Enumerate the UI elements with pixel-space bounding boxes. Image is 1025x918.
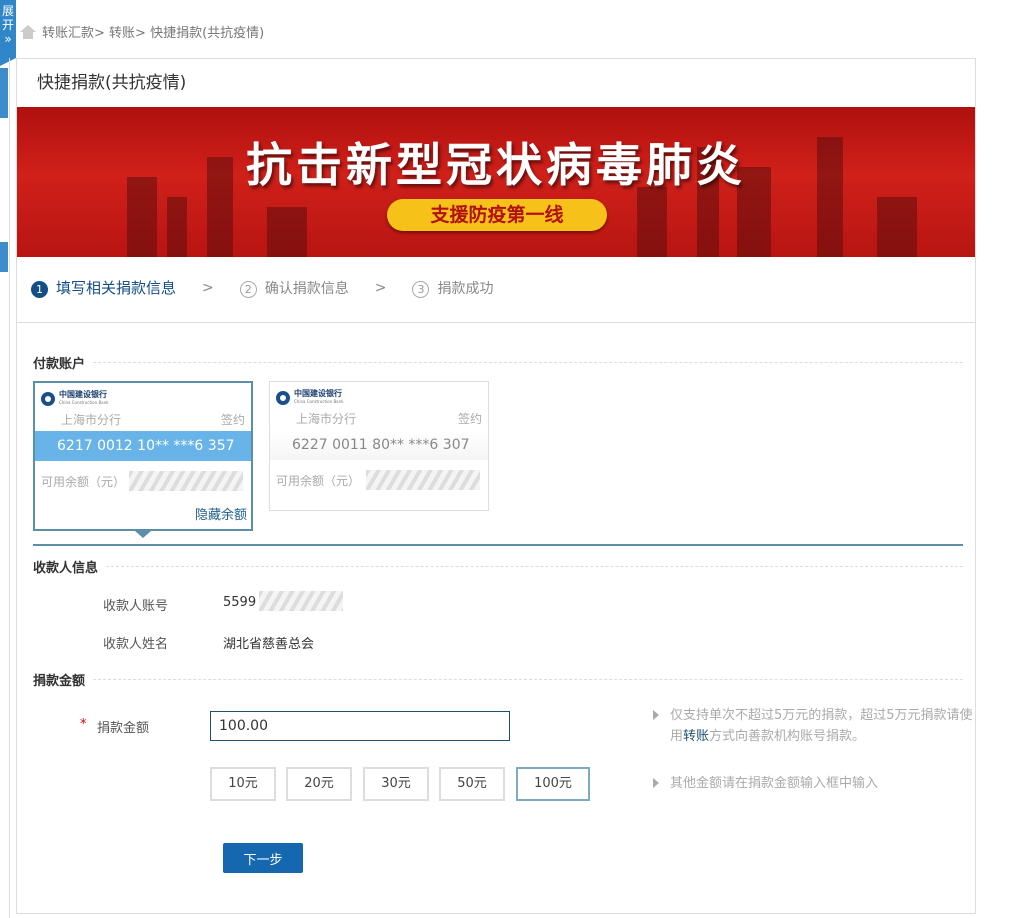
sidebar-strip xyxy=(0,58,10,918)
sidebar-block xyxy=(0,242,8,272)
balance-label: 可用余额（元） xyxy=(41,473,125,490)
payee-section-heading: 收款人信息 xyxy=(33,557,963,576)
donation-panel: 快捷捐款(共抗疫情) 抗击新型冠状病毒肺炎 支援防疫第一线 1 填写相关捐款信息 … xyxy=(16,58,976,914)
ccb-logo: 中国建设银行China Construction Bank xyxy=(41,391,108,407)
breadcrumb-transfer[interactable]: 转账> xyxy=(109,22,146,41)
balance-label: 可用余额（元） xyxy=(276,472,360,489)
step-3: 3 捐款成功 xyxy=(412,278,493,298)
home-icon[interactable] xyxy=(20,25,36,39)
chevron-right-icon: > xyxy=(375,280,387,296)
chevron-right-icon: > xyxy=(202,280,214,296)
other-amount-hint: 其他金额请在捐款金额输入框中输入 xyxy=(653,773,878,794)
selected-pointer xyxy=(135,531,151,538)
payee-name-value: 湖北省慈善总会 xyxy=(223,633,314,652)
payee-account-value: 5599 xyxy=(223,595,256,610)
breadcrumb: 转账汇款> 转账> 快捷捐款(共抗疫情) xyxy=(20,22,264,41)
donation-section-heading: 捐款金额 xyxy=(33,670,963,689)
section-label: 收款人信息 xyxy=(33,557,98,576)
amount-100-button[interactable]: 100元 xyxy=(516,767,590,801)
banner-subtitle: 支援防疫第一线 xyxy=(387,199,607,231)
sidebar-block xyxy=(0,68,8,118)
amount-label: 捐款金额 xyxy=(97,717,149,736)
amount-input[interactable] xyxy=(210,711,510,741)
account-masked xyxy=(259,591,343,611)
amount-20-button[interactable]: 20元 xyxy=(286,767,352,801)
section-label: 捐款金额 xyxy=(33,670,85,689)
step-2: 2 确认捐款信息 xyxy=(240,278,349,298)
card-status: 签约 xyxy=(221,411,245,428)
amount-10-button[interactable]: 10元 xyxy=(210,767,276,801)
payee-account-label: 收款人账号 xyxy=(103,595,168,614)
required-mark: * xyxy=(80,717,87,732)
balance-masked xyxy=(366,470,480,490)
transfer-link[interactable]: 转账 xyxy=(683,729,709,744)
payee-name-label: 收款人姓名 xyxy=(103,633,168,652)
step-1: 1 填写相关捐款信息 xyxy=(31,277,176,298)
account-card[interactable]: 中国建设银行China Construction Bank 上海市分行 签约 6… xyxy=(269,381,489,511)
section-label: 付款账户 xyxy=(33,353,85,372)
amount-30-button[interactable]: 30元 xyxy=(363,767,429,801)
expand-sidebar-button[interactable]: 展开» xyxy=(0,0,16,58)
breadcrumb-current: 快捷捐款(共抗疫情) xyxy=(150,22,264,41)
double-chevron-icon: » xyxy=(4,32,11,46)
limit-hint: 仅支持单次不超过5万元的捐款，超过5万元捐款请使用转账方式向善款机构账号捐款。 xyxy=(653,705,973,747)
progress-steps: 1 填写相关捐款信息 > 2 确认捐款信息 > 3 捐款成功 xyxy=(31,277,493,298)
card-number: 6217 0012 10** ***6 357 xyxy=(35,431,251,461)
balance-masked xyxy=(129,471,243,491)
amount-50-button[interactable]: 50元 xyxy=(439,767,505,801)
step-number: 3 xyxy=(412,281,429,298)
step-number: 2 xyxy=(240,281,257,298)
step-number: 1 xyxy=(31,281,48,298)
hint-text: 其他金额请在捐款金额输入框中输入 xyxy=(653,773,878,794)
next-step-button[interactable]: 下一步 xyxy=(223,843,303,873)
step-label: 捐款成功 xyxy=(437,281,493,297)
card-status: 签约 xyxy=(458,410,482,427)
card-branch: 上海市分行 xyxy=(296,410,356,427)
account-card-selected[interactable]: 中国建设银行China Construction Bank 上海市分行 签约 6… xyxy=(33,381,253,531)
breadcrumb-transfer-remit[interactable]: 转账汇款> xyxy=(42,22,105,41)
epidemic-banner: 抗击新型冠状病毒肺炎 支援防疫第一线 xyxy=(17,107,975,257)
divider xyxy=(33,544,963,546)
payer-section-heading: 付款账户 xyxy=(33,353,963,372)
hide-balance-link[interactable]: 隐藏余额 xyxy=(195,504,247,523)
page-title: 快捷捐款(共抗疫情) xyxy=(17,59,975,107)
divider xyxy=(17,322,975,323)
card-number: 6227 0011 80** ***6 307 xyxy=(270,430,488,460)
step-label: 确认捐款信息 xyxy=(265,281,349,297)
ccb-logo: 中国建设银行China Construction Bank xyxy=(276,390,343,406)
expand-label: 展开 xyxy=(2,4,14,32)
banner-title: 抗击新型冠状病毒肺炎 xyxy=(17,129,975,195)
step-label: 填写相关捐款信息 xyxy=(56,279,176,297)
card-branch: 上海市分行 xyxy=(61,411,121,428)
hint-text: 方式向善款机构账号捐款。 xyxy=(709,729,865,744)
